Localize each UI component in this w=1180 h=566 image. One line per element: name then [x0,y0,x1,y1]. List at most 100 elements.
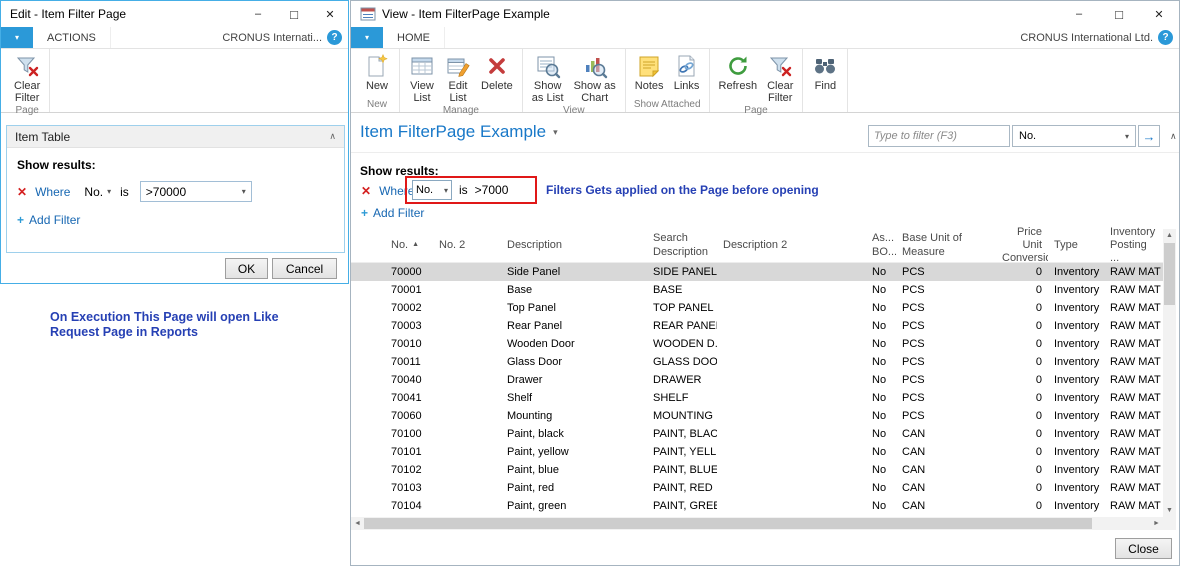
cell-base-unit[interactable]: PCS [896,374,996,386]
vertical-scroll-thumb[interactable] [1164,243,1175,305]
cell-description[interactable]: Rear Panel [501,320,647,332]
cell-assembly-bom[interactable]: No [866,464,896,476]
cell-description[interactable]: Paint, yellow [501,446,647,458]
cell-inventory-posting[interactable]: RAW MAT [1104,392,1163,404]
cell-base-unit[interactable]: PCS [896,302,996,314]
cell-base-unit[interactable]: PCS [896,266,996,278]
cell-inventory-posting[interactable]: RAW MAT [1104,356,1163,368]
column-header-description[interactable]: Description [501,239,647,252]
cell-search-description[interactable]: REAR PANEL [647,320,717,332]
table-row[interactable]: 70011 Glass Door GLASS DOOR No PCS 0 Inv… [351,353,1163,371]
cell-description[interactable]: Side Panel [501,266,647,278]
cell-no[interactable]: 70000 [385,266,433,278]
cell-base-unit[interactable]: PCS [896,392,996,404]
table-row[interactable]: 70104 Paint, green PAINT, GREEN No CAN 0… [351,497,1163,515]
cell-base-unit[interactable]: PCS [896,320,996,332]
cell-no[interactable]: 70003 [385,320,433,332]
filter-column-selector[interactable]: No. ▾ [1012,125,1136,147]
cell-assembly-bom[interactable]: No [866,302,896,314]
cell-no[interactable]: 70102 [385,464,433,476]
cell-type[interactable]: Inventory [1048,374,1104,386]
cell-no[interactable]: 70060 [385,410,433,422]
notes-button[interactable]: Notes [631,51,668,92]
cell-assembly-bom[interactable]: No [866,446,896,458]
table-row[interactable]: 70040 Drawer DRAWER No PCS 0 Inventory R… [351,371,1163,389]
cell-inventory-posting[interactable]: RAW MAT [1104,428,1163,440]
cell-no[interactable]: 70040 [385,374,433,386]
help-icon[interactable]: ? [327,30,342,45]
cell-search-description[interactable]: PAINT, BLACK [647,428,717,440]
cell-no[interactable]: 70010 [385,338,433,350]
cell-inventory-posting[interactable]: RAW MAT [1104,284,1163,296]
cell-type[interactable]: Inventory [1048,500,1104,512]
column-header-type[interactable]: Type [1048,239,1104,252]
horizontal-scrollbar[interactable]: ◄ ► [351,517,1163,530]
cell-base-unit[interactable]: PCS [896,284,996,296]
cell-no[interactable]: 70101 [385,446,433,458]
cell-assembly-bom[interactable]: No [866,428,896,440]
cell-inventory-posting[interactable]: RAW MAT [1104,410,1163,422]
cell-search-description[interactable]: PAINT, GREEN [647,500,717,512]
cell-inventory-posting[interactable]: RAW MAT [1104,374,1163,386]
cell-description[interactable]: Paint, green [501,500,647,512]
cell-price-unit-conversion[interactable]: 0 [996,302,1048,314]
item-table-panel-header[interactable]: Item Table ∧ [7,126,344,148]
cell-description[interactable]: Glass Door [501,356,647,368]
table-row[interactable]: 70000 Side Panel SIDE PANEL No PCS 0 Inv… [351,263,1163,281]
type-to-filter-input[interactable] [868,125,1010,147]
cell-search-description[interactable]: SIDE PANEL [647,266,717,278]
cell-no[interactable]: 70104 [385,500,433,512]
cell-base-unit[interactable]: PCS [896,338,996,350]
app-menu-button[interactable]: ▾ [351,27,383,48]
app-menu-button[interactable]: ▾ [1,27,33,48]
cell-base-unit[interactable]: PCS [896,410,996,422]
cell-price-unit-conversion[interactable]: 0 [996,374,1048,386]
cell-no[interactable]: 70103 [385,482,433,494]
links-button[interactable]: Links [670,51,704,92]
cell-base-unit[interactable]: CAN [896,446,996,458]
minimize-icon[interactable]: – [240,1,276,27]
scroll-left-icon[interactable]: ◄ [351,517,364,530]
cell-inventory-posting[interactable]: RAW MAT [1104,320,1163,332]
cell-assembly-bom[interactable]: No [866,320,896,332]
filter-value-text[interactable]: >7000 [475,183,509,197]
column-header-inventory-posting[interactable]: Inventory Posting ... [1104,226,1163,266]
cell-type[interactable]: Inventory [1048,356,1104,368]
cell-price-unit-conversion[interactable]: 0 [996,428,1048,440]
cell-search-description[interactable]: MOUNTING [647,410,717,422]
column-header-search-description[interactable]: Search Description [647,232,717,258]
add-filter-control[interactable]: + Add Filter [361,206,424,220]
cell-base-unit[interactable]: CAN [896,428,996,440]
column-header-assembly-bom[interactable]: As... BO... [866,232,896,258]
cell-inventory-posting[interactable]: RAW MAT [1104,482,1163,494]
cell-inventory-posting[interactable]: RAW MAT [1104,446,1163,458]
minimize-icon[interactable]: – [1059,1,1099,27]
horizontal-scroll-thumb[interactable] [364,518,1092,529]
cell-assembly-bom[interactable]: No [866,410,896,422]
table-row[interactable]: 70010 Wooden Door WOODEN D... No PCS 0 I… [351,335,1163,353]
scroll-right-icon[interactable]: ► [1150,517,1163,530]
table-row[interactable]: 70060 Mounting MOUNTING No PCS 0 Invento… [351,407,1163,425]
table-row[interactable]: 70101 Paint, yellow PAINT, YELL... No CA… [351,443,1163,461]
cell-base-unit[interactable]: PCS [896,356,996,368]
chevron-down-icon[interactable]: ▾ [553,127,558,138]
cell-description[interactable]: Drawer [501,374,647,386]
cell-type[interactable]: Inventory [1048,428,1104,440]
cell-price-unit-conversion[interactable]: 0 [996,482,1048,494]
close-button[interactable]: Close [1115,538,1172,559]
close-icon[interactable]: ✕ [312,1,348,27]
cell-type[interactable]: Inventory [1048,284,1104,296]
column-header-no[interactable]: No. ▲ [385,239,433,252]
cell-type[interactable]: Inventory [1048,446,1104,458]
vertical-scrollbar[interactable]: ▲ ▼ [1163,229,1176,517]
cell-inventory-posting[interactable]: RAW MAT [1104,464,1163,476]
cell-assembly-bom[interactable]: No [866,392,896,404]
cell-price-unit-conversion[interactable]: 0 [996,446,1048,458]
filter-field-selector[interactable]: No. ▾ [84,185,111,199]
cell-type[interactable]: Inventory [1048,320,1104,332]
table-row[interactable]: 70002 Top Panel TOP PANEL No PCS 0 Inven… [351,299,1163,317]
table-row[interactable]: 70003 Rear Panel REAR PANEL No PCS 0 Inv… [351,317,1163,335]
cell-description[interactable]: Wooden Door [501,338,647,350]
filter-field-selector[interactable]: No. ▾ [412,180,452,200]
collapse-filter-pane-icon[interactable]: ∧ [1170,131,1177,142]
